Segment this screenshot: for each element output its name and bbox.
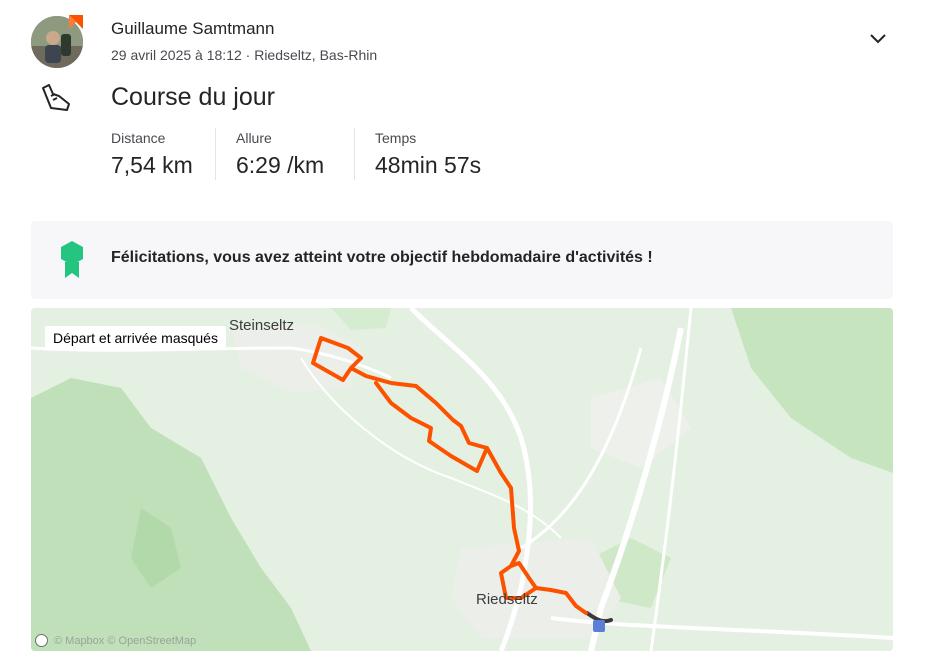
- stat-value: 6:29 /km: [236, 152, 325, 178]
- map-place-label: Steinseltz: [229, 317, 295, 334]
- stat-label: Distance: [111, 130, 166, 146]
- chevron-down-icon[interactable]: [864, 27, 892, 51]
- stat-label: Temps: [375, 130, 417, 146]
- privacy-tag: Départ et arrivée masqués: [45, 326, 226, 350]
- stat-divider: [354, 128, 355, 180]
- stat-time: Temps 48min 57s: [375, 130, 481, 179]
- route-map[interactable]: [31, 308, 893, 651]
- stat-value: 48min 57s: [375, 152, 482, 178]
- stat-pace: Allure 6:29 /km: [236, 130, 324, 179]
- running-shoe-icon: [42, 84, 70, 111]
- mapbox-logo-icon: [35, 634, 48, 647]
- goal-banner-text: Félicitations, vous avez atteint votre o…: [111, 249, 653, 266]
- achievement-badge-icon: [61, 241, 83, 278]
- athlete-name[interactable]: Guillaume Samtmann: [111, 19, 274, 39]
- stat-label: Allure: [236, 130, 272, 146]
- stat-divider: [215, 128, 216, 180]
- map-attribution-text: © Mapbox © OpenStreetMap: [54, 635, 197, 647]
- activity-date-location: 29 avril 2025 à 18:12 · Riedseltz, Bas-R…: [111, 47, 378, 63]
- subscriber-badge-icon: [69, 15, 83, 29]
- stat-distance: Distance 7,54 km: [111, 130, 193, 179]
- activity-title[interactable]: Course du jour: [111, 83, 275, 112]
- stat-value: 7,54 km: [111, 152, 193, 178]
- map-attribution[interactable]: © Mapbox © OpenStreetMap: [35, 634, 196, 647]
- map-place-label: Riedseltz: [476, 591, 538, 608]
